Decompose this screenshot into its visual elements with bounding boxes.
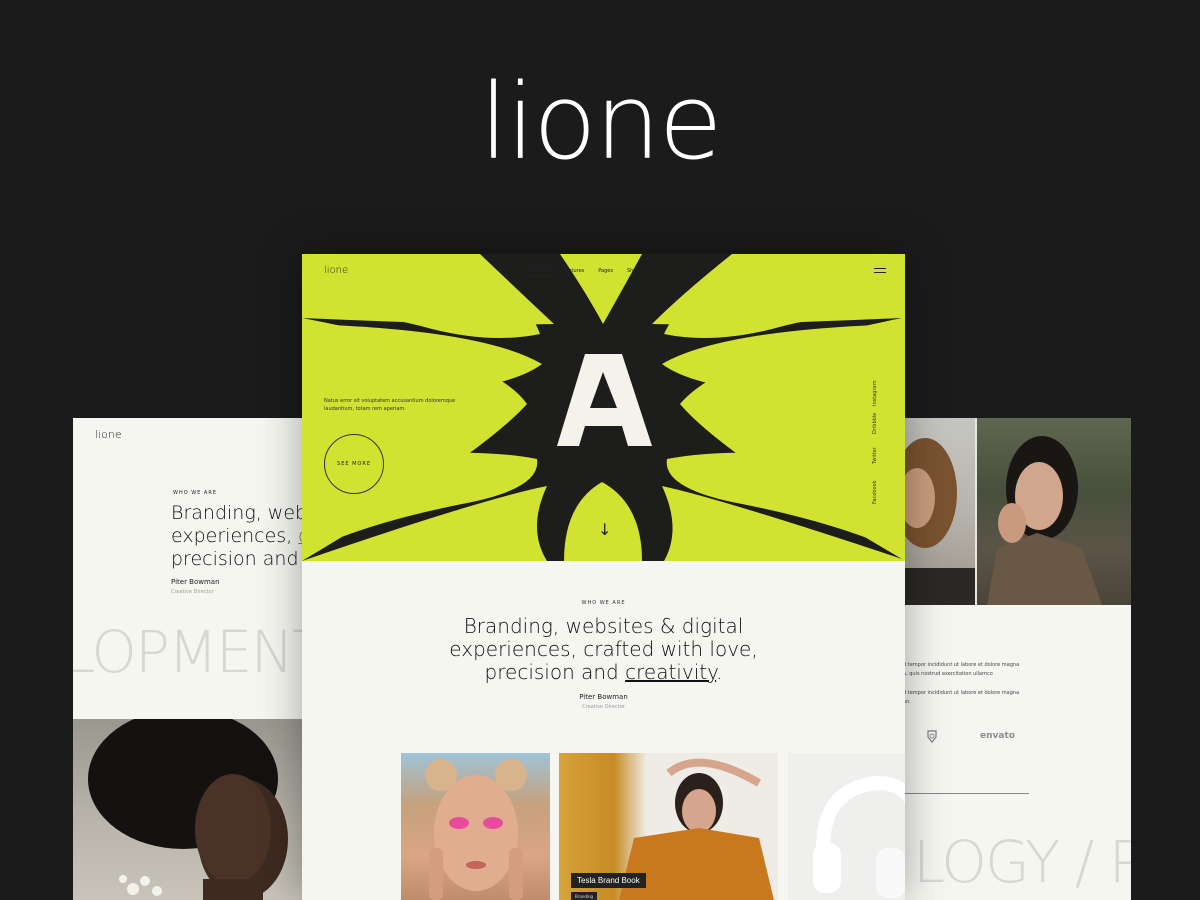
nav-item-features[interactable]: Features (556, 268, 592, 274)
portrait-illustration (88, 719, 288, 900)
social-instagram[interactable]: Instagram (872, 381, 878, 406)
portfolio-card-2[interactable]: Tesla Brand Book Branding (559, 753, 778, 900)
nav-logo[interactable]: lione (324, 265, 348, 276)
right-body-text-4: an. (903, 699, 911, 705)
left-author-role: Creative Director (171, 589, 214, 595)
who-headline: Branding, websites & digital experiences… (302, 615, 905, 684)
who-eyebrow: WHO WE ARE (581, 600, 626, 606)
nav-item-home[interactable]: Home (523, 264, 556, 277)
nav-item-pages[interactable]: Pages (591, 268, 620, 274)
social-links: Facebook Twitter Dribbble Instagram (872, 374, 888, 504)
author-role: Creative Director (582, 704, 625, 710)
see-more-button[interactable]: SEE MORE (324, 434, 384, 494)
left-headline: Branding, web experiences, c precision a… (171, 502, 313, 571)
right-body-text-3: d tempor incididunt ut labore et dolore … (903, 690, 1020, 696)
center-screen-preview: lione Home Features Pages Shop Contact U… (302, 254, 905, 900)
left-headline-line2-text: experiences, (171, 525, 299, 547)
who-headline-line3-text: precision and (484, 660, 626, 684)
who-headline-line2: experiences, crafted with love, (449, 637, 758, 661)
showcase-stage: lione lione WHO WE ARE Branding, web exp… (0, 0, 1200, 900)
left-screen-preview: lione WHO WE ARE Branding, web experienc… (73, 418, 313, 900)
left-big-text: LOPMENT (73, 618, 313, 686)
left-author-name: Piter Bowman (171, 578, 220, 586)
creativity-link[interactable]: creativity (625, 660, 716, 684)
right-photo-strip (895, 418, 1131, 605)
curly-hair-illustration (895, 438, 975, 605)
hero-description: Natus error sit voluptatem accusantium d… (324, 398, 456, 412)
who-headline-line1: Branding, websites & digital (463, 614, 744, 638)
card-title-badge: Tesla Brand Book (571, 873, 646, 888)
left-headline-line1: Branding, web (171, 502, 308, 524)
social-dribbble[interactable]: Dribbble (872, 413, 878, 434)
right-screen-preview: d tempor incididunt ut labore et dolore … (895, 418, 1131, 900)
social-twitter[interactable]: Twitter (872, 447, 878, 464)
who-headline-line3: precision and creativity. (302, 661, 905, 684)
envato-logo: envato (980, 731, 1015, 741)
right-photo-blazer (977, 418, 1131, 605)
right-body-text-1: d tempor incididunt ut labore et dolore … (903, 662, 1020, 668)
nav-item-contact[interactable]: Contact Us (647, 268, 688, 274)
left-headline-line2: experiences, c (171, 525, 313, 548)
nav-item-shop[interactable]: Shop (620, 268, 647, 274)
who-headline-period: . (716, 660, 723, 684)
left-logo[interactable]: lione (95, 428, 122, 441)
card-category-badge: Branding (571, 892, 598, 900)
right-divider (903, 793, 1029, 794)
social-facebook[interactable]: Facebook (872, 481, 878, 505)
hero-section: lione Home Features Pages Shop Contact U… (302, 254, 905, 561)
left-eyebrow: WHO WE ARE (173, 490, 217, 496)
scroll-down-icon[interactable]: ↓ (598, 520, 611, 539)
portfolio-card-1[interactable] (401, 753, 550, 900)
right-body-text-2: a, quis nostrud exercitation ullamco (903, 671, 993, 677)
right-big-text: LOGY / P (913, 828, 1131, 896)
headphones-illustration (813, 775, 905, 898)
main-nav: Home Features Pages Shop Contact Us (523, 264, 688, 277)
left-headline-line3: precision and (171, 548, 299, 570)
pink-eyeshadow-illustration (425, 759, 527, 900)
menu-icon[interactable] (874, 268, 886, 273)
shield-icon (925, 729, 939, 746)
author-name: Piter Bowman (579, 693, 628, 701)
brand-logo: lione (479, 61, 722, 183)
left-portrait-photo (73, 719, 313, 900)
right-photo-curly-hair (895, 418, 975, 605)
blazer-portrait-illustration (987, 436, 1102, 605)
portfolio-card-3[interactable] (788, 753, 905, 900)
